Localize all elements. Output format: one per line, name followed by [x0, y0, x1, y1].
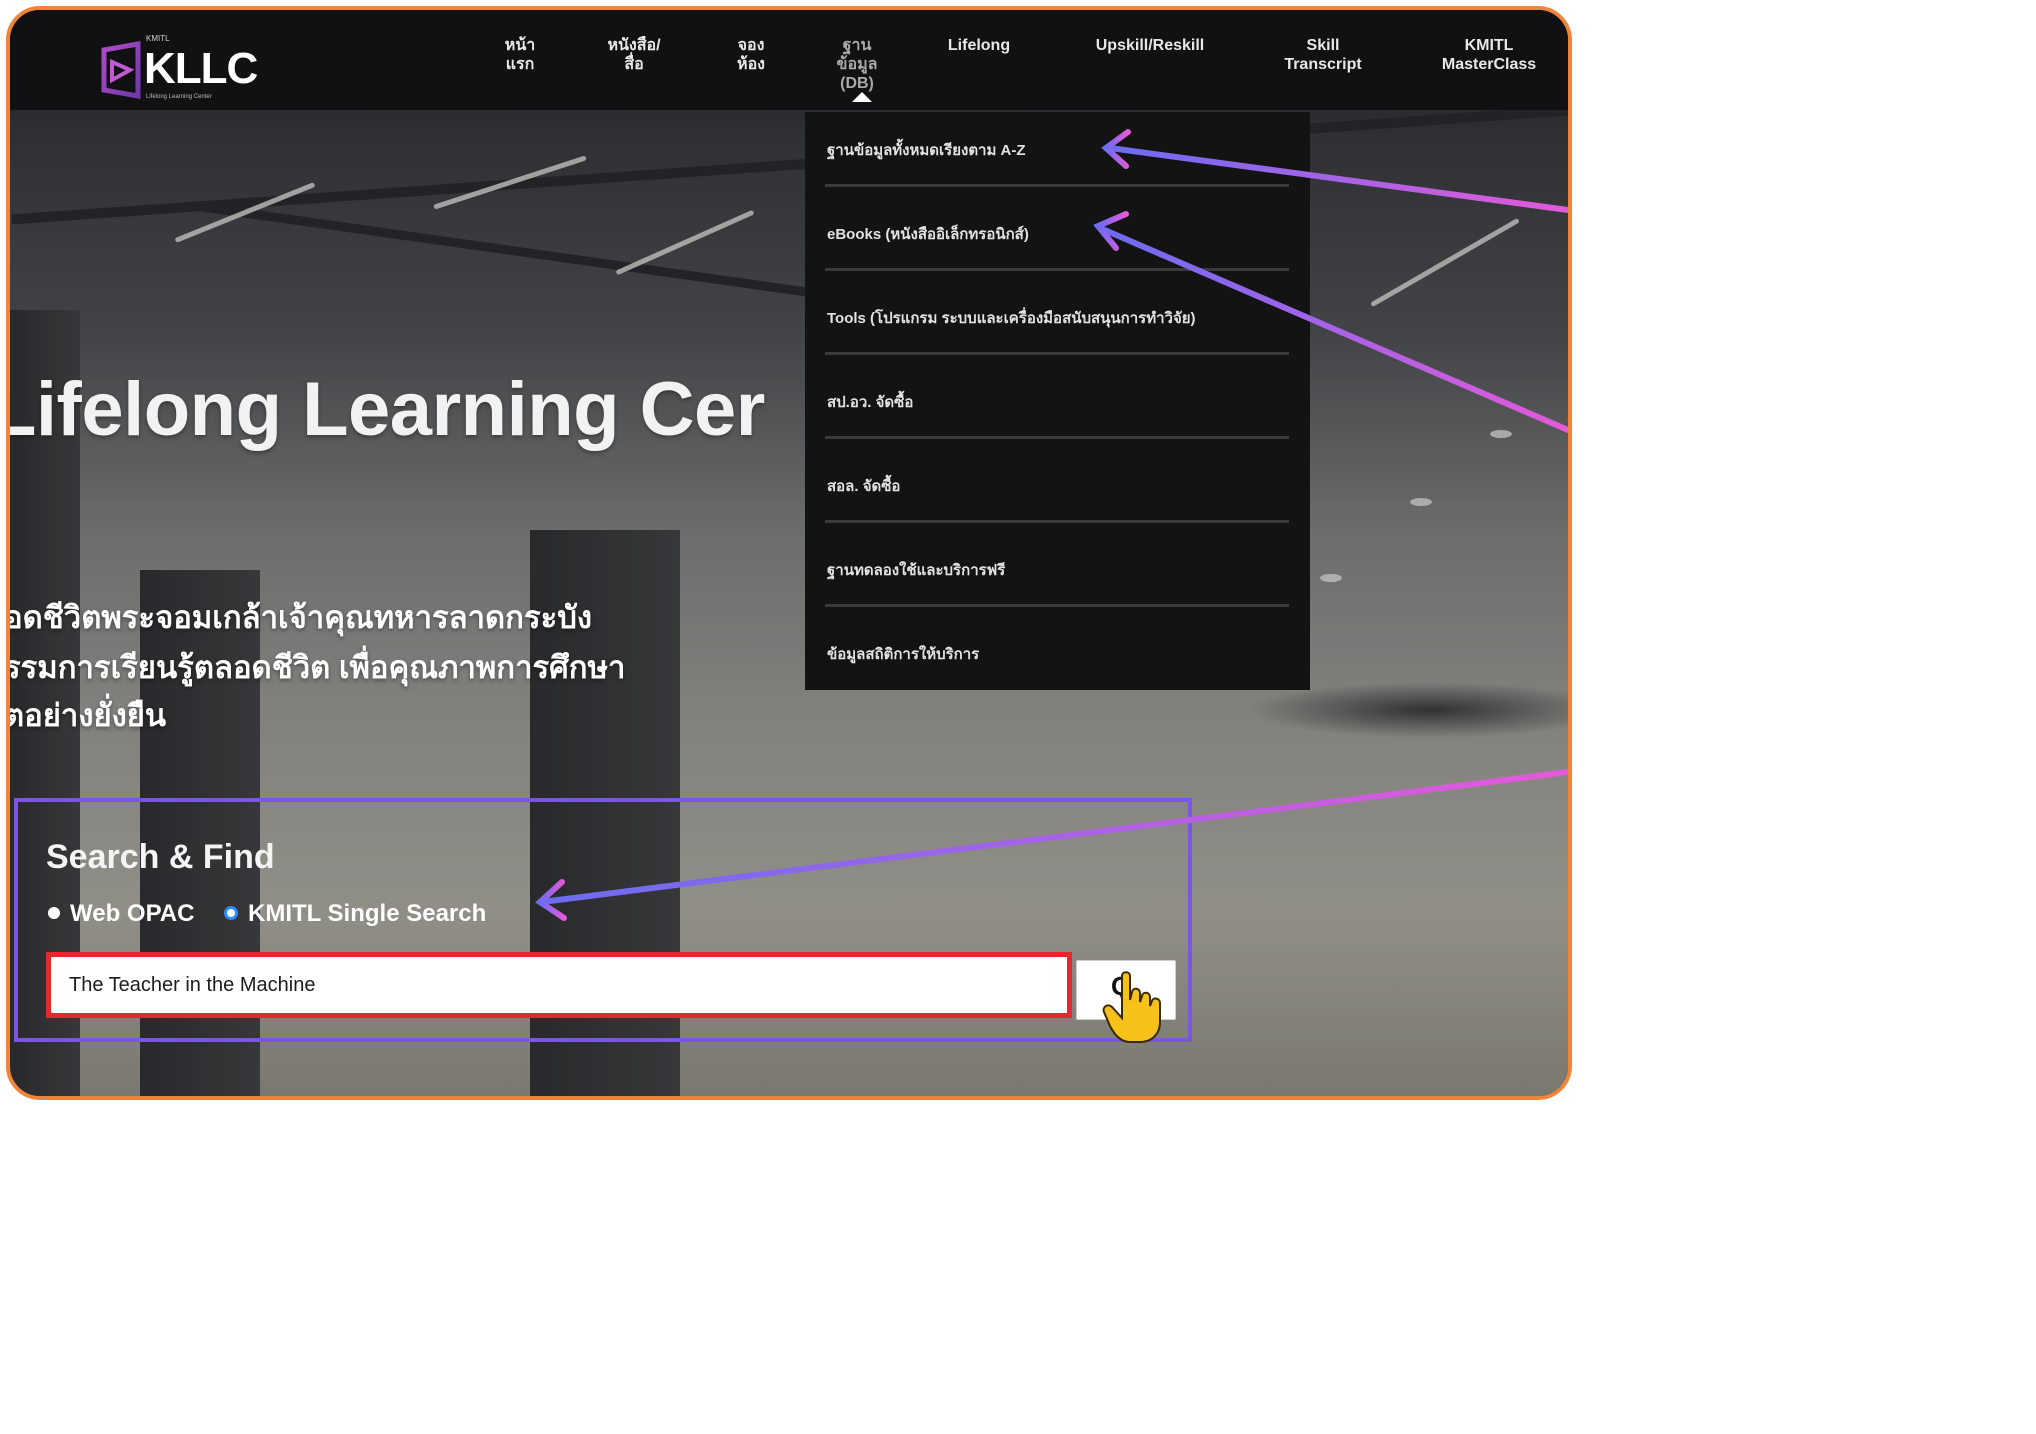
annotation-arrows	[535, 129, 1568, 921]
arrow-to-databases-a-z	[1107, 145, 1568, 213]
arrow-to-ebooks	[1097, 225, 1568, 433]
arrow-to-search-options	[539, 769, 1568, 905]
